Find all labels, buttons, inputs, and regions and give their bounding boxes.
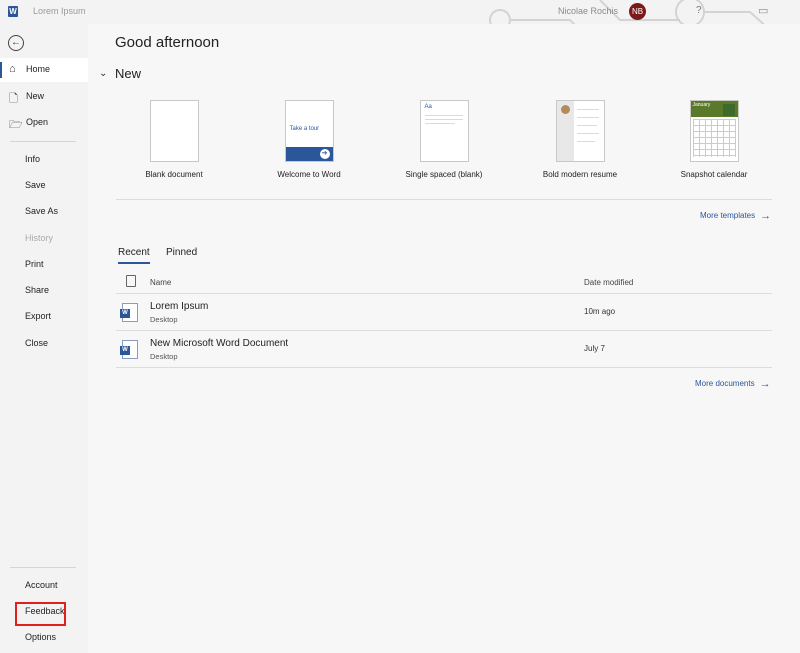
thumbnail-line [576, 125, 597, 126]
template-single-spaced-blank[interactable]: Aa Single spaced (blank) [384, 100, 504, 179]
sidebar-divider [10, 141, 76, 142]
template-name: Welcome to Word [277, 170, 341, 179]
sidebar-item-label: History [25, 233, 54, 243]
template-name: Single spaced (blank) [405, 170, 483, 179]
more-documents-label: More documents [695, 379, 755, 388]
recent-file-row[interactable]: W Lorem Ipsum Desktop 10m ago [116, 294, 772, 330]
sidebar-item-label: Open [26, 117, 49, 127]
sidebar-item-label: Info [25, 154, 41, 164]
file-date-modified: 10m ago [584, 307, 616, 316]
thumbnail-photo [560, 105, 570, 114]
chevron-down-icon[interactable]: ⌄ [99, 68, 107, 79]
word-app-icon: W [8, 6, 18, 17]
file-name: New Microsoft Word Document [150, 338, 289, 349]
sidebar-item-label: Share [25, 285, 50, 295]
file-location: Desktop [150, 352, 178, 361]
file-name: Lorem Ipsum [150, 301, 209, 312]
template-bold-modern-resume[interactable]: Bold modern resume [520, 100, 640, 179]
user-avatar[interactable]: NB [629, 3, 646, 20]
user-name[interactable]: Nicolae Rochis [558, 6, 618, 16]
new-section-title: New [115, 66, 142, 81]
sidebar-item-label: Options [25, 632, 57, 642]
options-highlight-box [15, 602, 66, 626]
home-panel: Good afternoon ⌄ New Blank document Take… [88, 24, 800, 653]
template-thumbnail: Take a tour ➔ [284, 100, 334, 162]
sidebar-item-label: Account [25, 580, 58, 590]
template-snapshot-calendar[interactable]: January Snapshot calendar [654, 100, 774, 179]
sidebar-item-label: Save [25, 180, 46, 190]
template-thumbnail [555, 100, 605, 162]
arrow-right-icon: → [760, 210, 772, 222]
sidebar-item-save-as[interactable]: Save As [0, 200, 88, 224]
sidebar-item-print[interactable]: Print [0, 253, 88, 277]
template-name: Snapshot calendar [680, 170, 748, 179]
file-date-modified: July 7 [584, 344, 605, 353]
sidebar-item-options[interactable]: Options [0, 626, 88, 650]
sidebar-item-label: Print [25, 259, 44, 269]
sidebar-item-save[interactable]: Save [0, 174, 88, 198]
column-header-name[interactable]: Name [150, 278, 171, 287]
sidebar-divider [10, 567, 76, 568]
sidebar-item-home[interactable]: ⌂ Home [0, 58, 88, 82]
document-title: Lorem Ipsum [33, 6, 86, 16]
sidebar-item-share[interactable]: Share [0, 279, 88, 303]
sidebar-item-close[interactable]: Close [0, 332, 88, 356]
thumbnail-photo [722, 104, 735, 116]
thumbnail-calendar-grid [692, 119, 736, 157]
sidebar-item-label: Home [26, 64, 51, 74]
template-name: Bold modern resume [542, 170, 618, 179]
section-divider [116, 199, 772, 200]
title-bar: W Lorem Ipsum Nicolae Rochis NB ? ▭ [0, 0, 800, 41]
file-type-icon [126, 275, 136, 287]
thumbnail-line [424, 119, 463, 120]
template-blank-document[interactable]: Blank document [114, 100, 234, 179]
sidebar-item-open[interactable]: 🗁 Open [0, 111, 88, 135]
backstage-sidebar: ← ⌂ Home 🗋 New 🗁 Open Info Save Save As … [0, 24, 88, 653]
sidebar-item-label: Save As [25, 206, 59, 216]
tab-pinned[interactable]: Pinned [166, 247, 197, 258]
word-document-icon: W [120, 303, 138, 322]
new-document-icon: 🗋 [9, 93, 18, 105]
more-templates-label: More templates [700, 211, 756, 220]
template-thumbnail: Aa [419, 100, 469, 162]
home-icon: ⌂ [9, 63, 16, 75]
file-location: Desktop [150, 315, 178, 324]
sidebar-item-info[interactable]: Info [0, 148, 88, 172]
more-templates-link[interactable]: More templates → [700, 209, 772, 222]
back-arrow-icon[interactable]: ← [8, 35, 24, 51]
restore-window-button[interactable]: ▭ [758, 4, 768, 17]
thumbnail-line [576, 141, 595, 142]
arrow-right-icon: → [759, 378, 771, 390]
template-name: Blank document [145, 170, 203, 179]
table-divider [116, 367, 772, 368]
thumbnail-line [424, 123, 455, 124]
thumbnail-line [424, 115, 463, 116]
thumbnail-line [576, 133, 599, 134]
thumbnail-text: Take a tour [289, 126, 320, 132]
column-header-date-modified[interactable]: Date modified [584, 278, 633, 287]
thumbnail-text: Aa [424, 104, 432, 110]
help-button[interactable]: ? [696, 5, 702, 16]
recent-file-row[interactable]: W New Microsoft Word Document Desktop Ju… [116, 331, 772, 367]
greeting-heading: Good afternoon [115, 34, 220, 51]
template-thumbnail [149, 100, 199, 162]
template-welcome-to-word[interactable]: Take a tour ➔ Welcome to Word [249, 100, 369, 179]
sidebar-item-new[interactable]: 🗋 New [0, 85, 88, 109]
folder-icon: 🗁 [9, 119, 23, 131]
sidebar-item-export[interactable]: Export [0, 305, 88, 329]
sidebar-item-history: History [0, 227, 88, 251]
more-documents-link[interactable]: More documents → [695, 377, 771, 390]
template-thumbnail: January [689, 100, 739, 162]
thumbnail-line [576, 117, 599, 118]
sidebar-item-label: Close [25, 338, 49, 348]
sidebar-item-label: Export [25, 311, 52, 321]
sidebar-item-account[interactable]: Account [0, 574, 88, 598]
tab-recent[interactable]: Recent [118, 247, 150, 264]
thumbnail-line [576, 109, 599, 110]
arrow-right-icon: ➔ [319, 149, 330, 159]
word-document-icon: W [120, 340, 138, 359]
sidebar-item-label: New [26, 91, 45, 101]
